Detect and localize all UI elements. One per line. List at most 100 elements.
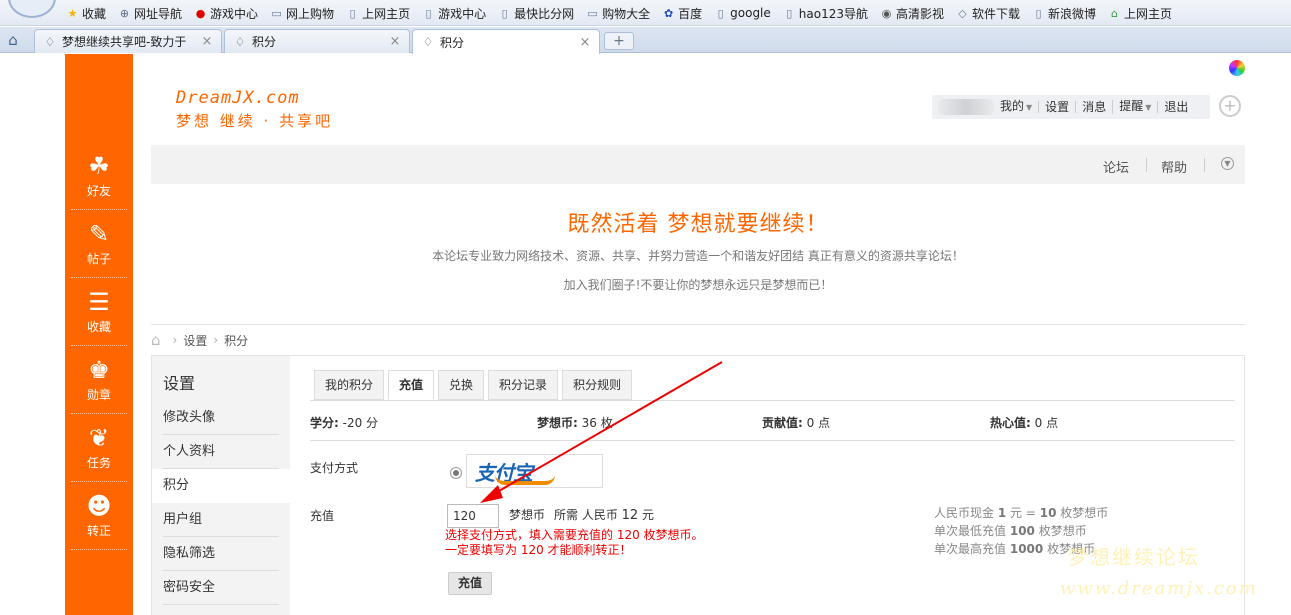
- menu-logout[interactable]: 退出: [1157, 101, 1194, 113]
- watermark-text: 梦想继续论坛: [1068, 545, 1200, 569]
- bookmark-software[interactable]: ◇ 软件下载: [956, 5, 1020, 22]
- page-icon: ▯: [349, 6, 356, 20]
- settings-nav-privacy[interactable]: 隐私筛选: [163, 537, 279, 571]
- amount-input[interactable]: [447, 504, 499, 528]
- page-icon: ▯: [501, 6, 508, 20]
- bookmark-list: ★ 收藏 ⊕ 网址导航 ● 游戏中心 ▭ 网上购物 ▯ 上网主页 ▯ 游戏中心 ▯ 最快比分网…: [66, 0, 1184, 26]
- pay-method-label: 支付方式: [310, 461, 359, 475]
- side-item-favorites[interactable]: ☰ 收藏: [71, 278, 127, 346]
- site-description: 本论坛专业致力网络技术、资源、共享、并努力营造一个和谐友好团结 真正有意义的资源…: [432, 249, 964, 263]
- side-item-medals[interactable]: ♚ 勋章: [71, 346, 127, 414]
- tab-credit-log[interactable]: 积分记录: [488, 370, 559, 400]
- annotation-note-2: 一定要填写为 120 才能顺利转正！: [445, 543, 632, 557]
- bookmark-shop-all[interactable]: ▭ 购物大全: [586, 5, 650, 22]
- settings-nav-credits[interactable]: 积分: [152, 469, 290, 503]
- medal-icon: ♚: [88, 356, 110, 384]
- side-toolbar: ☘ 好友 ✎ 帖子 ☰ 收藏 ♚ 勋章 ❦ 任务 ☻ 转正: [65, 54, 133, 615]
- side-item-posts[interactable]: ✎ 帖子: [71, 210, 127, 278]
- recharge-submit-button[interactable]: 充值: [448, 572, 492, 595]
- bookmark-game[interactable]: ● 游戏中心: [194, 5, 258, 22]
- bulb-icon: ♢: [422, 35, 434, 49]
- settings-panel: 设置 修改头像 个人资料 积分 用户组 隐私筛选 密码安全 我的积分 充值 兑换…: [151, 355, 1245, 615]
- breadcrumb-separator: ›: [213, 333, 219, 347]
- tab-exchange[interactable]: 兑换: [438, 370, 485, 400]
- home-icon[interactable]: ⌂: [151, 331, 161, 349]
- rate-min: 单次最低充值 100 枚梦想币: [934, 524, 1087, 538]
- alipay-swoosh-icon: [495, 475, 555, 485]
- promote-icon: ☻: [86, 492, 112, 520]
- baidu-icon: ✿: [664, 6, 674, 20]
- main-nav: 论坛 帮助 ▼: [151, 145, 1245, 184]
- bookmark-nav[interactable]: ⊕ 网址导航: [118, 5, 182, 22]
- amount-required: 所需 人民币 12 元: [554, 508, 655, 523]
- nav-divider: [1146, 158, 1147, 172]
- close-icon[interactable]: ×: [579, 35, 591, 50]
- menu-settings[interactable]: 设置: [1038, 101, 1075, 113]
- tab-my-credits[interactable]: 我的积分: [314, 370, 385, 400]
- breadcrumb-settings[interactable]: 设置: [183, 332, 207, 349]
- stat-xuefen: 学分: -20 分: [310, 416, 379, 430]
- settings-nav-avatar[interactable]: 修改头像: [163, 401, 279, 435]
- breadcrumb: ⌂ › 设置 › 积分: [151, 331, 248, 349]
- browser-logo-icon[interactable]: [8, 0, 56, 18]
- bookmark-hao123[interactable]: ▯ hao123导航: [783, 5, 868, 22]
- new-tab-button[interactable]: +: [604, 32, 634, 50]
- bookmark-baidu[interactable]: ✿ 百度: [662, 5, 702, 22]
- bookmark-homepage-2[interactable]: ⌂ 上网主页: [1108, 5, 1172, 22]
- nav-forum-link[interactable]: 论坛: [1103, 157, 1129, 176]
- watermark-url: www.dreamjx.com: [1060, 578, 1258, 599]
- bookmark-google[interactable]: ▯ google: [714, 6, 771, 20]
- menu-my[interactable]: 我的 ▼: [994, 100, 1038, 114]
- bookmark-weibo[interactable]: ▯ 新浪微博: [1032, 5, 1097, 22]
- bookmark-shopping[interactable]: ▭ 网上购物: [270, 5, 334, 22]
- tag-icon: ◇: [958, 6, 967, 20]
- divider: [151, 324, 1245, 325]
- site-invite: 加入我们圈子!不要让你的梦想永远只是梦想而已！: [563, 278, 833, 292]
- side-item-friends[interactable]: ☘ 好友: [71, 142, 127, 210]
- bookmark-homepage[interactable]: ▯ 上网主页: [346, 5, 411, 22]
- page-icon: ▯: [425, 6, 432, 20]
- tabs-underline: [310, 400, 1235, 401]
- menu-remind[interactable]: 提醒 ▼: [1112, 100, 1157, 114]
- amount-unit: 梦想币: [509, 508, 546, 522]
- bookmark-favorites[interactable]: ★ 收藏: [66, 5, 106, 22]
- side-item-promote[interactable]: ☻ 转正: [71, 482, 127, 550]
- breadcrumb-credits[interactable]: 积分: [224, 332, 248, 349]
- slogan: 既然活着 梦想就要继续！: [567, 212, 829, 237]
- site-logo[interactable]: DreamJX.com 梦想 继续 · 共享吧: [176, 88, 333, 131]
- home-icon[interactable]: ⌂: [4, 31, 22, 49]
- browser-tab-forum[interactable]: ♢ 梦想继续共享吧-致力于 ×: [34, 29, 222, 53]
- nav-help-link[interactable]: 帮助: [1161, 157, 1187, 176]
- browser-tab-credits[interactable]: ♢ 积分 ×: [224, 29, 410, 53]
- bookmark-score[interactable]: ▯ 最快比分网: [498, 5, 575, 22]
- close-icon[interactable]: ×: [201, 34, 213, 49]
- username-blurred[interactable]: [938, 99, 994, 115]
- stat-contribution: 贡献值: 0 点: [762, 416, 831, 430]
- bookmarks-bar: ★ 收藏 ⊕ 网址导航 ● 游戏中心 ▭ 网上购物 ▯ 上网主页 ▯ 游戏中心 ▯ 最快比分网…: [0, 0, 1291, 26]
- globe-icon: ⊕: [119, 6, 130, 20]
- bulb-icon: ♢: [234, 34, 246, 49]
- settings-nav-usergroup[interactable]: 用户组: [163, 503, 279, 537]
- bookmark-film[interactable]: ◉ 高清影视: [880, 5, 944, 22]
- alipay-radio[interactable]: [450, 467, 462, 479]
- settings-nav-profile[interactable]: 个人资料: [163, 435, 279, 469]
- menu-messages[interactable]: 消息: [1075, 101, 1112, 113]
- chevron-down-icon[interactable]: ▼: [1221, 157, 1234, 170]
- settings-nav-password[interactable]: 密码安全: [163, 571, 279, 605]
- friends-icon: ☘: [88, 152, 110, 180]
- bookmark-game-2[interactable]: ▯ 游戏中心: [422, 5, 487, 22]
- color-wheel-icon[interactable]: [1229, 60, 1245, 76]
- side-item-tasks[interactable]: ❦ 任务: [71, 414, 127, 482]
- tab-recharge[interactable]: 充值: [388, 370, 435, 400]
- page-icon: ▯: [717, 6, 724, 20]
- close-icon[interactable]: ×: [389, 34, 401, 49]
- alipay-logo[interactable]: 支付宝: [466, 454, 603, 488]
- bulb-icon: ♢: [44, 34, 56, 49]
- folder-icon: ▭: [587, 6, 598, 20]
- rate-info: 人民币现金 1 元 = 10 枚梦想币: [934, 506, 1109, 520]
- film-icon: ◉: [881, 6, 892, 20]
- tab-credit-rules[interactable]: 积分规则: [562, 370, 633, 400]
- browser-tab-credits-active[interactable]: ♢ 积分 ×: [412, 29, 600, 54]
- zoom-plus-icon[interactable]: +: [1219, 95, 1241, 117]
- post-icon: ✎: [88, 220, 110, 248]
